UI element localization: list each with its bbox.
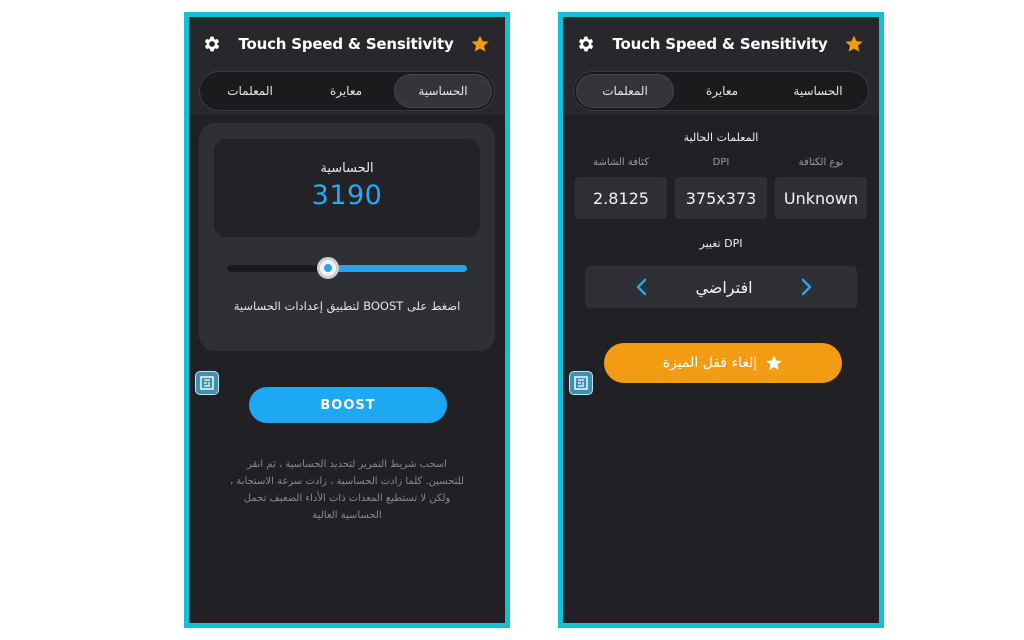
slider-thumb[interactable] (316, 257, 339, 279)
sensitivity-label: الحساسية (320, 161, 374, 176)
settings-gear-icon[interactable] (575, 33, 597, 55)
tab-sensitivity[interactable]: الحساسية (394, 74, 492, 108)
boost-button[interactable]: BOOST (249, 387, 447, 423)
column-value: 2.8125 (575, 177, 667, 219)
parameters-content: المعلمات الحالية كثافة الشاشة 2.8125 DPI… (563, 115, 879, 623)
tab-bar: المعلمات معايرة الحساسية (573, 71, 869, 111)
floating-chip-icon[interactable] (195, 371, 219, 395)
column-header: كثافة الشاشة (593, 157, 649, 168)
tab-calibration[interactable]: معايرة (674, 74, 770, 108)
current-parameters-title: المعلمات الحالية (683, 131, 759, 144)
column-value: 375x373 (675, 177, 767, 219)
dpi-option-value: افتراضي (695, 277, 753, 297)
tab-calibration[interactable]: معايرة (298, 74, 394, 108)
change-dpi-title: تغيير DPI (699, 237, 743, 250)
column-value: Unknown (775, 177, 867, 219)
screen-density-column: كثافة الشاشة 2.8125 (575, 157, 667, 219)
tab-bar: المعلمات معايرة الحساسية (199, 71, 495, 111)
dpi-selector: افتراضي (585, 266, 857, 308)
density-type-column: نوع الكثافة Unknown (775, 157, 867, 219)
column-header: DPI (712, 157, 730, 168)
star-icon (766, 355, 782, 370)
app-title: Touch Speed & Sensitivity (612, 35, 828, 53)
sensitivity-description: اسحب شريط التمرير لتحديد الحساسية ، ثم ا… (229, 459, 465, 521)
tab-parameters[interactable]: المعلمات (576, 74, 674, 108)
parameter-columns: كثافة الشاشة 2.8125 DPI 375x373 نوع الكث… (575, 157, 867, 219)
sensitivity-card: الحساسية 3190 اضغط على BOOST لتطبيق إعدا… (199, 123, 495, 351)
floating-chip-icon[interactable] (569, 371, 593, 395)
unlock-label: إلغاء قفل الميزة (662, 355, 758, 371)
chevron-left-icon[interactable] (633, 277, 649, 297)
premium-star-icon[interactable] (843, 33, 865, 55)
premium-star-icon[interactable] (469, 33, 491, 55)
slider-fill (327, 265, 467, 272)
dpi-column: DPI 375x373 (675, 157, 767, 219)
sensitivity-content: الحساسية 3190 اضغط على BOOST لتطبيق إعدا… (189, 115, 505, 623)
tab-parameters[interactable]: المعلمات (202, 74, 298, 108)
sensitivity-value: 3190 (311, 180, 383, 211)
column-header: نوع الكثافة (798, 157, 844, 168)
sensitivity-screen: Touch Speed & Sensitivity المعلمات معاير… (184, 12, 510, 628)
tab-sensitivity[interactable]: الحساسية (770, 74, 866, 108)
chevron-right-icon[interactable] (799, 277, 815, 297)
boost-hint: اضغط على BOOST لتطبيق إعدادات الحساسية (233, 299, 461, 313)
app-title: Touch Speed & Sensitivity (238, 35, 454, 53)
parameters-screen: Touch Speed & Sensitivity المعلمات معاير… (558, 12, 884, 628)
app-header: Touch Speed & Sensitivity (189, 17, 505, 71)
app-header: Touch Speed & Sensitivity (563, 17, 879, 71)
sensitivity-slider[interactable] (227, 257, 467, 279)
unlock-feature-button[interactable]: إلغاء قفل الميزة (604, 343, 842, 383)
settings-gear-icon[interactable] (201, 33, 223, 55)
sensitivity-display: الحساسية 3190 (214, 139, 480, 237)
